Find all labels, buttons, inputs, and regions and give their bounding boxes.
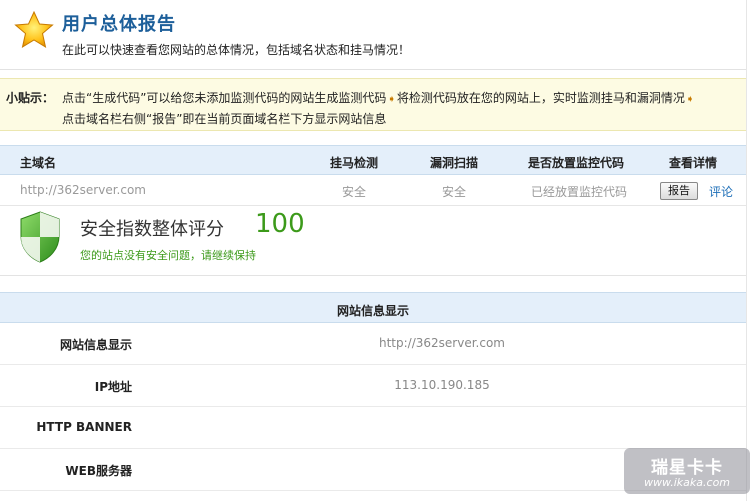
info-row-http-banner: HTTP BANNER [0, 407, 746, 449]
domain-cell: http://362server.com [20, 183, 146, 197]
monitor-status: 已经放置监控代码 [531, 185, 628, 199]
watermark-url: www.ikaka.com [643, 476, 731, 489]
tips-text-1b: 将检测代码放在您的网站上，实时监测挂马和漏洞情况 [396, 91, 685, 105]
shield-icon [20, 211, 60, 263]
site-info-heading: 网站信息显示 [336, 304, 409, 318]
trojan-status: 安全 [342, 185, 367, 199]
vuln-status: 安全 [442, 185, 467, 199]
site-info-header: 网站信息显示 [0, 292, 746, 323]
score-note: 您的站点没有安全问题，请继续保持 [80, 249, 256, 262]
col-trojan: 挂马检测 [330, 156, 379, 170]
domain-table-header: 主域名 挂马检测 漏洞扫描 是否放置监控代码 查看详情 [0, 145, 746, 175]
tips-line-2: 点击域名栏右侧“报告”即在当前页面域名栏下方显示网站信息 [62, 112, 387, 126]
arrow-right-icon: ➧ [685, 94, 695, 105]
table-row: http://362server.com 安全 安全 已经放置监控代码 报告 评… [0, 175, 746, 206]
watermark-logo: 瑞星卡卡 www.ikaka.com [624, 448, 750, 494]
info-label: 网站信息显示 [59, 338, 132, 352]
right-border [746, 0, 756, 501]
col-domain: 主域名 [20, 156, 57, 170]
comment-link[interactable]: 评论 [709, 183, 733, 200]
info-label: HTTP BANNER [36, 420, 132, 434]
star-icon [14, 11, 54, 49]
security-score-panel: 安全指数整体评分 100 您的站点没有安全问题，请继续保持 [0, 206, 746, 276]
tips-panel: 小贴示： 点击“生成代码”可以给您未添加监测代码的网站生成监测代码➧将检测代码放… [0, 78, 756, 131]
col-monitor: 是否放置监控代码 [528, 156, 625, 170]
col-details: 查看详情 [669, 156, 718, 170]
report-button[interactable]: 报告 [660, 182, 698, 200]
tips-label: 小贴示： [6, 91, 55, 105]
info-value: http://362server.com [379, 336, 505, 350]
tips-text-1a: 点击“生成代码”可以给您未添加监测代码的网站生成监测代码 [62, 91, 387, 105]
page-subtitle: 在此可以快速查看您网站的总体情况，包括域名状态和挂马情况！ [62, 43, 411, 57]
col-vuln: 漏洞扫描 [430, 156, 479, 170]
info-value: 113.10.190.185 [394, 378, 490, 392]
info-label: IP地址 [94, 380, 132, 394]
tips-line-1: 点击“生成代码”可以给您未添加监测代码的网站生成监测代码➧将检测代码放在您的网站… [62, 89, 695, 106]
arrow-right-icon: ➧ [387, 94, 396, 105]
score-title: 安全指数整体评分 [80, 219, 224, 240]
info-row-site: 网站信息显示 http://362server.com [0, 323, 746, 365]
score-value: 100 [255, 209, 305, 239]
info-label: WEB服务器 [65, 464, 132, 478]
info-row-ip: IP地址 113.10.190.185 [0, 365, 746, 407]
page-title: 用户总体报告 [62, 14, 176, 35]
watermark-title: 瑞星卡卡 [651, 458, 723, 478]
user-report-page: 用户总体报告 在此可以快速查看您网站的总体情况，包括域名状态和挂马情况！ 小贴示… [0, 0, 756, 501]
page-header: 用户总体报告 在此可以快速查看您网站的总体情况，包括域名状态和挂马情况！ [0, 0, 756, 70]
